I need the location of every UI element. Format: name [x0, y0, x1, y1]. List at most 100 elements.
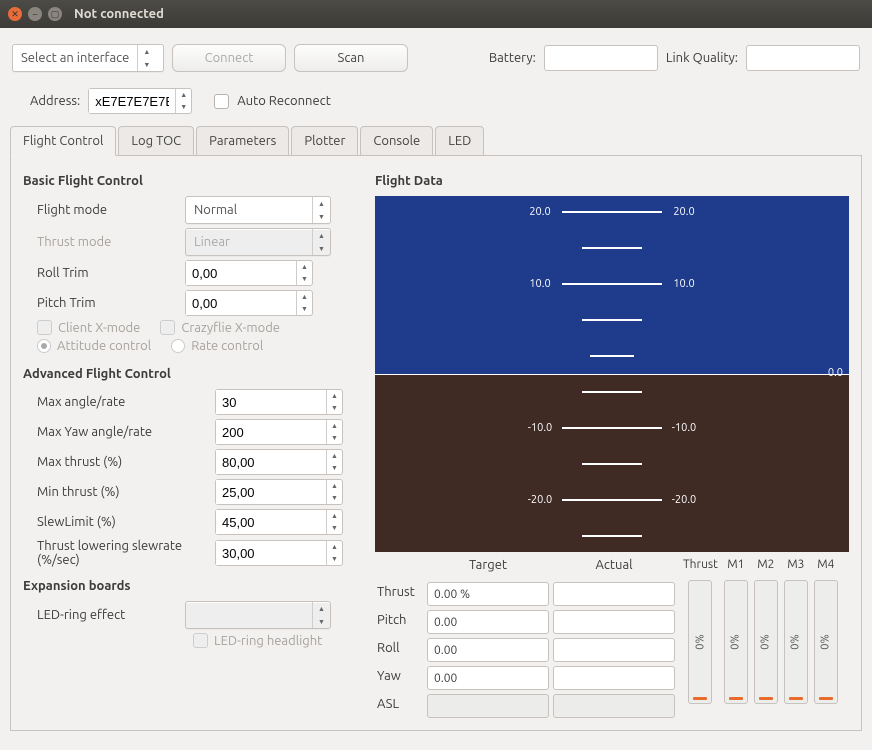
interface-select-text: Select an interface [13, 51, 137, 65]
client-xmode-checkbox [37, 320, 52, 335]
min-thrust-input[interactable] [216, 480, 326, 504]
slew-limit-stepper[interactable]: ▲▼ [215, 509, 343, 535]
advanced-flight-heading: Advanced Flight Control [23, 367, 363, 381]
top-toolbar: Select an interface ▲▼ Connect Scan Batt… [0, 28, 872, 82]
thrust-slewrate-input[interactable] [216, 541, 326, 565]
tab-parameters[interactable]: Parameters [196, 126, 289, 155]
stepper-arrows-icon[interactable]: ▲▼ [175, 89, 191, 113]
rate-control-radio [171, 339, 185, 353]
address-input-field[interactable] [89, 89, 175, 113]
max-thrust-stepper[interactable]: ▲▼ [215, 449, 343, 475]
tab-flight-control[interactable]: Flight Control [10, 126, 116, 156]
roll-trim-label: Roll Trim [37, 266, 177, 280]
stepper-arrows-icon[interactable]: ▲▼ [326, 420, 342, 444]
gauge-m4: 0% [814, 580, 838, 704]
gauge-m1: 0% [724, 580, 748, 704]
scan-button[interactable]: Scan [294, 44, 408, 72]
window-title: Not connected [74, 7, 164, 21]
crazyflie-xmode-label: Crazyflie X-mode [181, 321, 280, 335]
row-label-thrust: Thrust [375, 580, 423, 604]
stepper-arrows-icon[interactable]: ▲▼ [296, 291, 312, 315]
gauge-m1-label: M1 [727, 558, 744, 578]
expansion-boards-heading: Expansion boards [23, 579, 363, 593]
tab-log-toc[interactable]: Log TOC [118, 126, 194, 155]
interface-select[interactable]: Select an interface ▲▼ [12, 44, 164, 72]
max-angle-input[interactable] [216, 390, 326, 414]
stepper-arrows-icon[interactable]: ▲▼ [326, 450, 342, 474]
gauge-m2-label: M2 [757, 558, 774, 578]
thrust-mode-value: Linear [186, 235, 238, 249]
led-effect-label: LED-ring effect [37, 608, 177, 622]
stepper-arrows-icon[interactable]: ▲▼ [326, 390, 342, 414]
auto-reconnect-checkbox[interactable] [214, 94, 229, 109]
attitude-control-label: Attitude control [57, 339, 151, 353]
gauge-m3-label: M3 [787, 558, 804, 578]
row-label-pitch: Pitch [375, 608, 423, 632]
auto-reconnect-label: Auto Reconnect [237, 94, 331, 108]
slew-limit-label: SlewLimit (%) [37, 515, 207, 529]
gauge-m4-label: M4 [817, 558, 834, 578]
stepper-arrows-icon[interactable]: ▲▼ [326, 510, 342, 534]
yaw-target-field: 0.00 [427, 666, 549, 690]
gauge-m4-value: 0% [820, 634, 832, 649]
led-effect-select: ▲▼ [185, 601, 331, 629]
max-angle-stepper[interactable]: ▲▼ [215, 389, 343, 415]
address-input[interactable]: ▲▼ [88, 88, 192, 114]
tab-console[interactable]: Console [360, 126, 433, 155]
attitude-control-radio [37, 339, 51, 353]
stepper-arrows-icon[interactable]: ▲▼ [326, 480, 342, 504]
pitch-actual-field [553, 610, 675, 634]
row-label-asl: ASL [375, 692, 423, 716]
stepper-arrows-icon[interactable]: ▲▼ [296, 261, 312, 285]
max-yaw-label: Max Yaw angle/rate [37, 425, 207, 439]
max-thrust-input[interactable] [216, 450, 326, 474]
thrust-target-field: 0.00 % [427, 582, 549, 606]
tick-n10: -10.0 [518, 422, 562, 434]
col-actual-header: Actual [595, 558, 632, 578]
titlebar: ✕ – ▢ Not connected [0, 0, 872, 28]
tick-20: 20.0 [518, 206, 562, 218]
tab-led[interactable]: LED [435, 126, 484, 155]
asl-target-field [427, 694, 549, 718]
close-icon[interactable]: ✕ [8, 7, 22, 21]
gauge-m2-value: 0% [760, 634, 772, 649]
pitch-trim-input[interactable] [186, 291, 296, 315]
minimize-icon[interactable]: – [28, 7, 42, 21]
stepper-arrows-icon[interactable]: ▲▼ [326, 541, 342, 565]
maximize-icon[interactable]: ▢ [48, 7, 62, 21]
pitch-target-field: 0.00 [427, 610, 549, 634]
tick-n20: -20.0 [518, 494, 562, 506]
yaw-actual-field [553, 666, 675, 690]
row-label-roll: Roll [375, 636, 423, 660]
slew-limit-input[interactable] [216, 510, 326, 534]
pitch-trim-stepper[interactable]: ▲▼ [185, 290, 313, 316]
gauge-thrust: 0% [688, 580, 712, 704]
tick-n20r: -20.0 [662, 494, 706, 506]
thrust-actual-field [553, 582, 675, 606]
flight-mode-select[interactable]: Normal ▲▼ [185, 196, 331, 224]
battery-label: Battery: [489, 51, 536, 65]
link-quality-label: Link Quality: [666, 51, 738, 65]
row-label-yaw: Yaw [375, 664, 423, 688]
asl-actual-field [553, 694, 675, 718]
address-label: Address: [30, 94, 80, 108]
min-thrust-stepper[interactable]: ▲▼ [215, 479, 343, 505]
pitch-trim-label: Pitch Trim [37, 296, 177, 310]
pitch-ladder: 20.020.0 10.010.0 -10.0-10.0 -20.0-20.0 [518, 196, 706, 552]
gauge-m3-value: 0% [790, 634, 802, 649]
roll-trim-input[interactable] [186, 261, 296, 285]
tick-10: 10.0 [518, 278, 562, 290]
link-quality-field [746, 45, 860, 71]
roll-trim-stepper[interactable]: ▲▼ [185, 260, 313, 286]
thrust-slewrate-stepper[interactable]: ▲▼ [215, 540, 343, 566]
led-headlight-checkbox [193, 633, 208, 648]
connect-button[interactable]: Connect [172, 44, 286, 72]
max-yaw-stepper[interactable]: ▲▼ [215, 419, 343, 445]
gauge-m1-value: 0% [730, 634, 742, 649]
max-yaw-input[interactable] [216, 420, 326, 444]
max-thrust-label: Max thrust (%) [37, 455, 207, 469]
chevron-updown-icon: ▲▼ [312, 229, 330, 255]
tab-plotter[interactable]: Plotter [291, 126, 358, 155]
flight-data-heading: Flight Data [375, 174, 849, 188]
chevron-updown-icon: ▲▼ [312, 197, 330, 223]
